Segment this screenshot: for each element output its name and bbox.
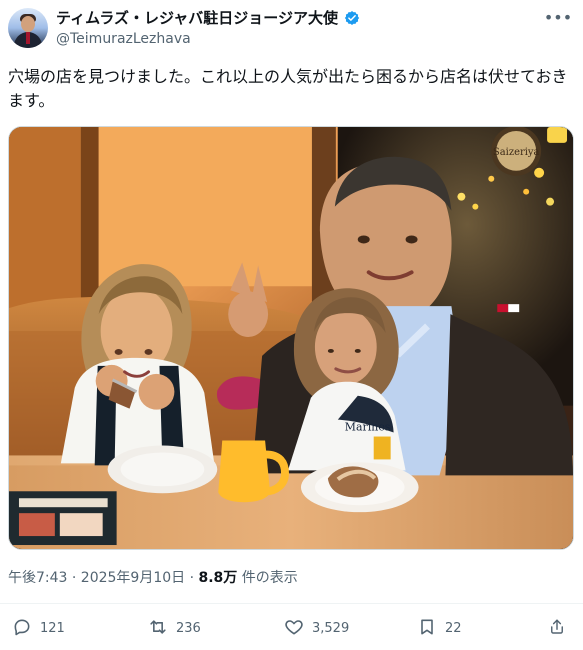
retweet-button[interactable]: 236 — [148, 617, 201, 639]
tweet-post: ティムラズ・レジャバ駐日ジョージア大使 @TeimurazLezhava •••… — [0, 0, 583, 650]
post-meta: 午後7:43 · 2025年9月10日 · 8.8万 件の表示 — [8, 567, 298, 587]
like-count: 3,529 — [312, 620, 350, 636]
heart-icon — [284, 617, 304, 640]
svg-text:Marines: Marines — [345, 421, 391, 434]
reply-button[interactable]: 121 — [12, 617, 65, 639]
like-button[interactable]: 3,529 — [284, 617, 349, 639]
author-name-row[interactable]: ティムラズ・レジャバ駐日ジョージア大使 — [56, 8, 360, 28]
display-name[interactable]: ティムラズ・レジャバ駐日ジョージア大使 — [56, 8, 338, 28]
post-header: ティムラズ・レジャバ駐日ジョージア大使 @TeimurazLezhava ••• — [0, 0, 583, 60]
post-text: 穴場の店を見つけました。これ以上の人気が出たら困るから店名は伏せておきます。 — [8, 67, 568, 110]
bookmark-count: 22 — [445, 620, 462, 636]
retweet-count: 236 — [176, 620, 201, 636]
photo-illustration: Saizeriya Marines — [9, 127, 573, 549]
photo-sign-text: Saizeriya — [493, 147, 540, 158]
views-suffix: 件の表示 — [237, 570, 298, 586]
avatar-tie — [26, 32, 30, 44]
author-handle[interactable]: @TeimurazLezhava — [56, 30, 191, 48]
reply-count: 121 — [40, 620, 65, 636]
more-icon[interactable]: ••• — [544, 8, 572, 28]
retweet-icon — [148, 617, 168, 640]
post-photo[interactable]: Saizeriya Marines — [8, 126, 574, 550]
post-actions: 121 236 3,529 22 — [12, 617, 572, 639]
bookmark-button[interactable]: 22 — [417, 617, 462, 639]
avatar-face — [21, 16, 35, 32]
verified-badge-icon — [344, 10, 360, 26]
bookmark-icon — [417, 617, 437, 640]
avatar[interactable] — [8, 8, 48, 48]
reply-icon — [12, 617, 32, 640]
post-timestamp[interactable]: 午後7:43 · 2025年9月10日 · — [8, 570, 199, 586]
share-button[interactable] — [548, 617, 566, 639]
share-icon — [548, 618, 566, 639]
divider — [0, 603, 583, 604]
views-count: 8.8万 — [198, 570, 238, 586]
